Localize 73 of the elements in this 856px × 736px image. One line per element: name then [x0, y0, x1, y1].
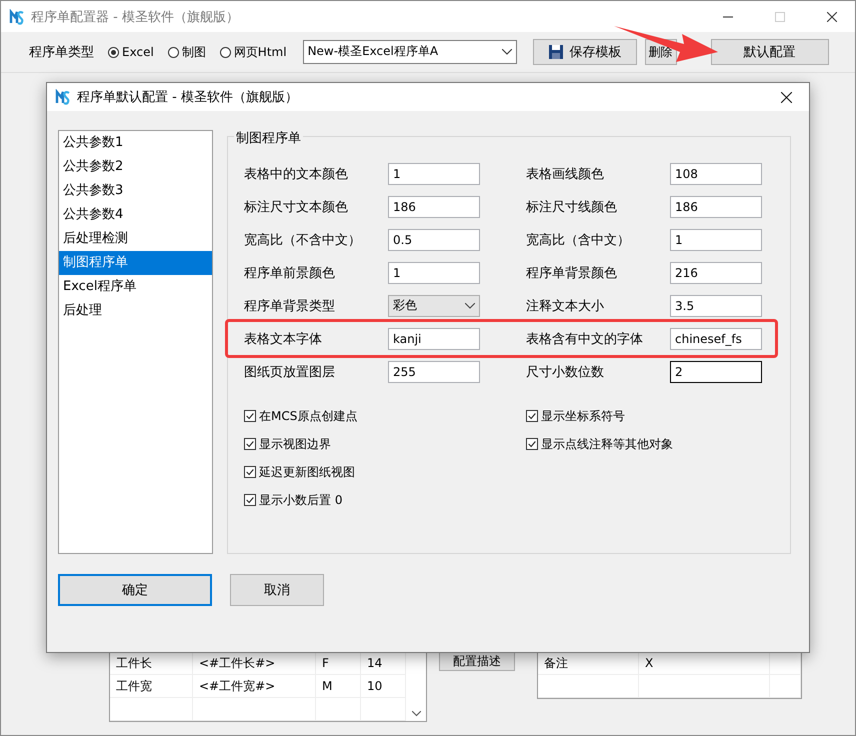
field-label: 标注尺寸文本颜色: [244, 198, 349, 216]
table-cell: 10: [360, 674, 406, 698]
category-item[interactable]: 后处理检测: [59, 227, 212, 251]
describe-button[interactable]: 配置描述: [439, 651, 515, 671]
input-field[interactable]: kanji: [388, 328, 480, 350]
field-label: 表格中的文本颜色: [244, 166, 349, 182]
app-logo-icon: [55, 89, 71, 105]
checkbox-label: 延迟更新图纸视图: [259, 464, 355, 480]
field-label: 程序单背景颜色: [526, 264, 618, 282]
dialog-title: 程序单默认配置 - 模圣软件（旗舰版）: [77, 89, 299, 106]
table-cell: <#工件宽#>: [192, 674, 316, 698]
checkbox-label: 显示小数后置 0: [259, 492, 342, 508]
checkbox[interactable]: [244, 438, 256, 450]
checkbox-label: 显示坐标系符号: [541, 408, 625, 424]
input-field[interactable]: chinesef_fs: [670, 328, 762, 350]
table-cell: 工件宽: [110, 674, 192, 698]
checkbox[interactable]: [244, 410, 256, 422]
checkbox[interactable]: [526, 438, 538, 450]
input-field[interactable]: 186: [670, 196, 762, 218]
radio-label: Excel: [122, 45, 154, 59]
chevron-down-icon: [465, 302, 475, 308]
field-label: 程序单背景类型: [244, 298, 336, 314]
checkbox-label: 显示点线注释等其他对象: [541, 436, 673, 452]
field-label: 程序单前景颜色: [244, 264, 336, 282]
input-field[interactable]: 3.5: [670, 294, 762, 316]
dialog-button[interactable]: 确定: [58, 574, 212, 606]
field-label: 尺寸小数位数: [526, 364, 605, 380]
input-field[interactable]: 255: [388, 360, 480, 382]
checkbox[interactable]: [244, 494, 256, 506]
input-field[interactable]: 2: [670, 360, 762, 382]
app-logo-icon: [9, 8, 25, 24]
radio-label: 制图: [182, 44, 206, 60]
category-item[interactable]: 制图程序单: [59, 251, 212, 275]
input-field[interactable]: 1: [388, 262, 480, 284]
input-field[interactable]: 1: [670, 228, 762, 250]
category-item[interactable]: Excel程序单: [59, 275, 212, 299]
input-field[interactable]: 108: [670, 162, 762, 184]
radio-button[interactable]: [168, 46, 179, 58]
template-dropdown[interactable]: New-模圣Excel程序单A: [302, 40, 517, 64]
category-item[interactable]: 公共参数3: [59, 179, 212, 203]
field-label: 表格文本字体: [244, 330, 323, 348]
chevron-down-icon: [502, 49, 512, 55]
toolbar-button[interactable]: 保存模板: [532, 39, 637, 65]
field-label: 宽高比（含中文）: [526, 232, 631, 248]
category-item[interactable]: 公共参数2: [59, 155, 212, 179]
select-field[interactable]: 彩色: [388, 294, 480, 316]
field-label: 注释文本大小: [526, 298, 605, 314]
field-label: 表格含有中文的字体: [526, 330, 644, 348]
checkbox-label: 显示视图边界: [259, 436, 331, 452]
field-label: 图纸页放置图层: [244, 364, 336, 380]
field-label: 宽高比（不含中文）: [244, 232, 362, 248]
category-item[interactable]: 后处理: [59, 299, 212, 323]
input-field[interactable]: 1: [388, 162, 480, 184]
table-cell: M: [316, 674, 360, 698]
radio-button[interactable]: [220, 46, 231, 58]
category-item[interactable]: 公共参数4: [59, 203, 212, 227]
type-label: 程序单类型: [29, 44, 94, 61]
dialog-button[interactable]: 取消: [230, 574, 324, 606]
checkbox[interactable]: [244, 466, 256, 478]
checkbox[interactable]: [526, 410, 538, 422]
field-label: 标注尺寸线颜色: [526, 198, 618, 216]
radio-label: 网页Html: [234, 44, 287, 60]
chevron-down-icon[interactable]: [412, 711, 420, 717]
field-label: 表格画线颜色: [526, 166, 605, 182]
input-field[interactable]: 216: [670, 262, 762, 284]
toolbar-button[interactable]: 默认配置: [710, 39, 829, 65]
checkbox-label: 在MCS原点创建点: [259, 408, 358, 424]
group-title: 制图程序单: [234, 129, 303, 147]
input-field[interactable]: 0.5: [388, 228, 480, 250]
input-field[interactable]: 186: [388, 196, 480, 218]
category-item[interactable]: 公共参数1: [59, 131, 212, 155]
radio-button[interactable]: [108, 46, 119, 58]
window-title: 程序单配置器 - 模圣软件（旗舰版）: [31, 8, 240, 26]
